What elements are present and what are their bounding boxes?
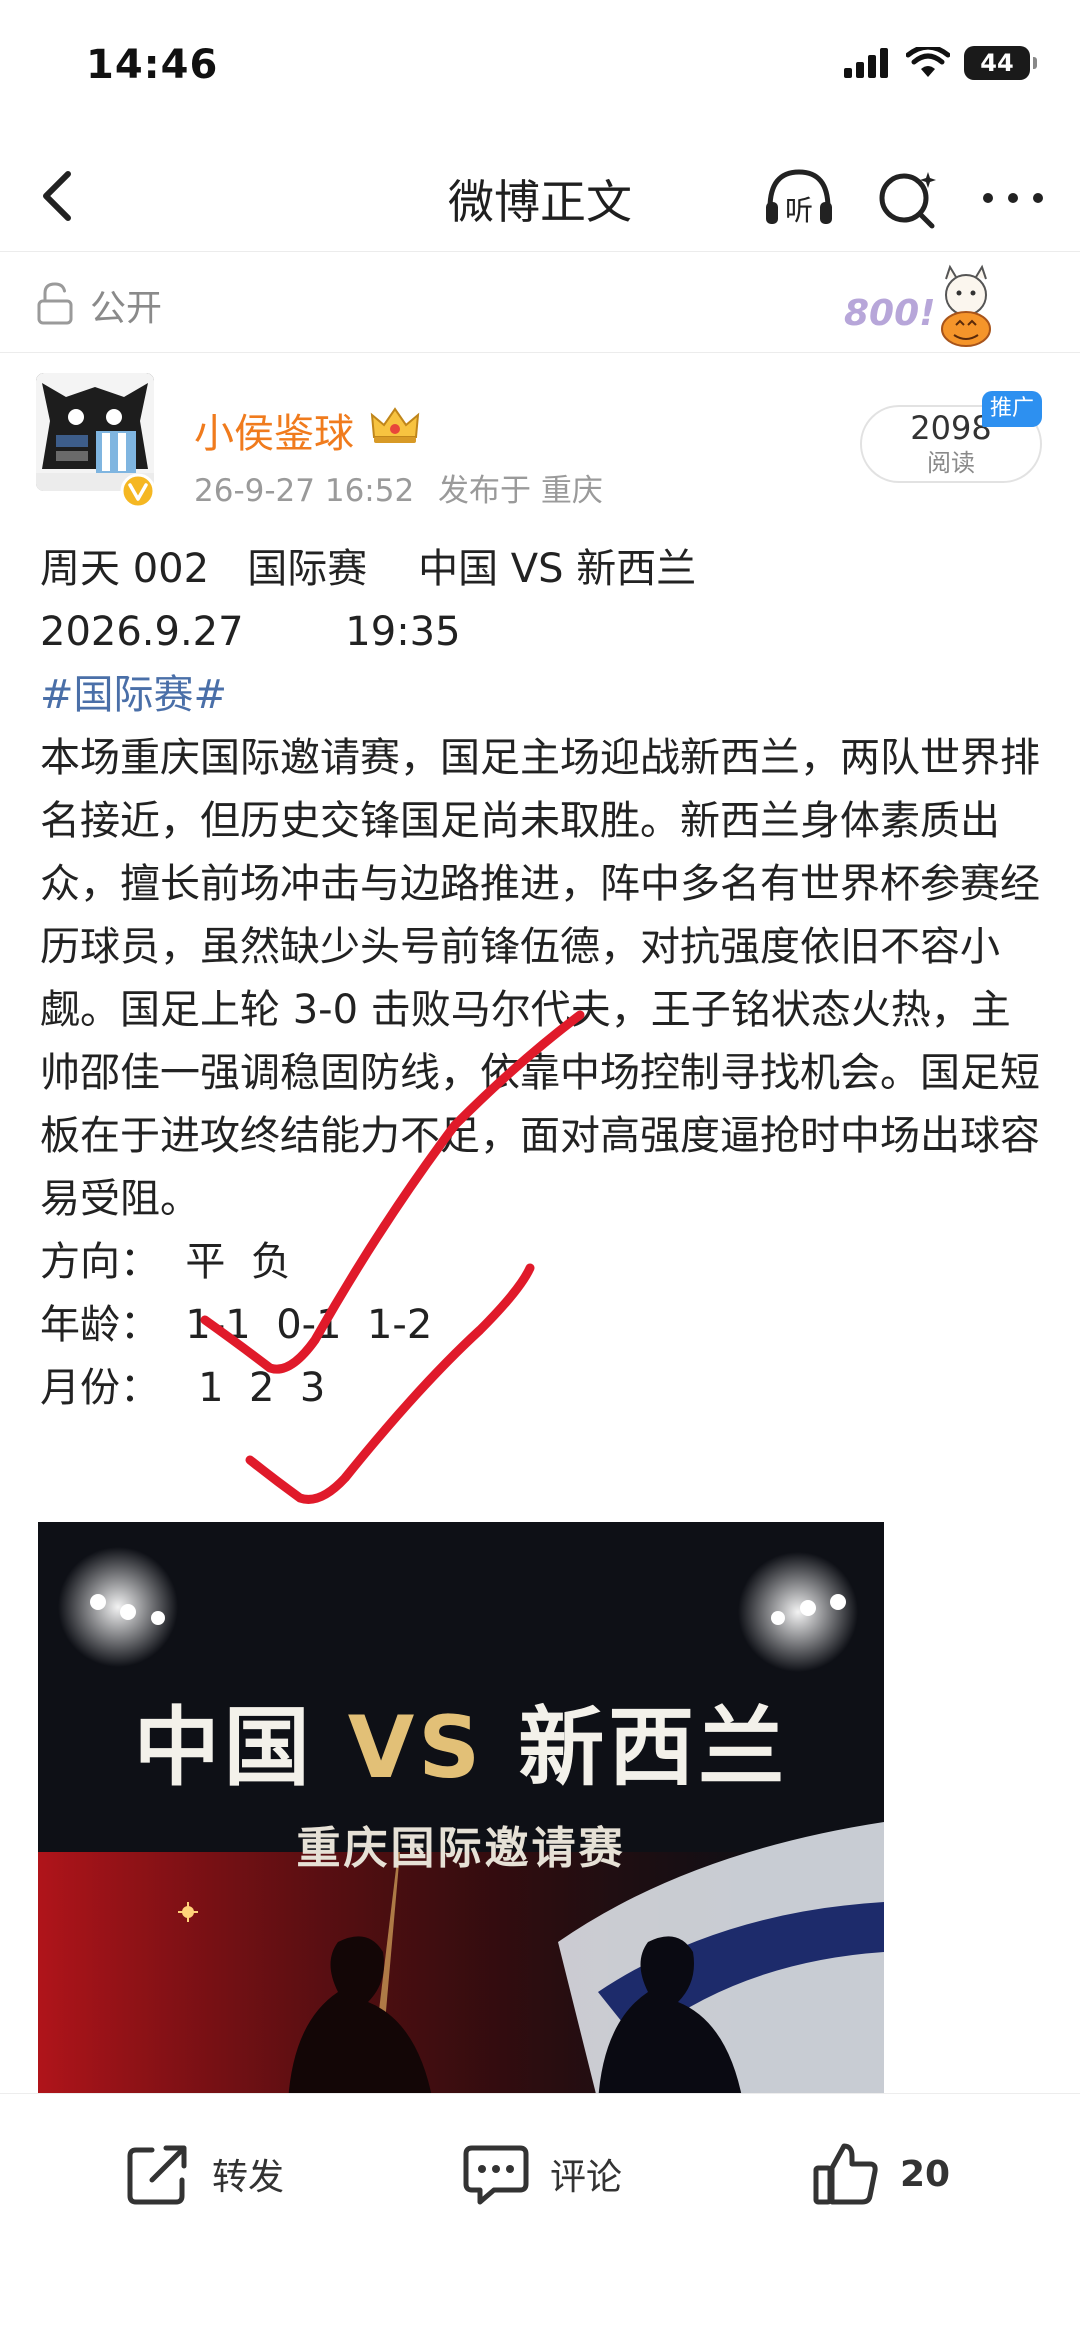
repost-button[interactable]: 转发 bbox=[122, 2134, 284, 2214]
cat-sticker-icon: 800! bbox=[844, 264, 991, 347]
status-icons: 44 bbox=[844, 46, 1037, 80]
author-meta: 26-9-27 16:52 发布于 重庆 bbox=[194, 465, 617, 510]
image-title-vs: VS bbox=[347, 1698, 485, 1798]
status-time: 14:46 bbox=[86, 42, 219, 88]
post-image[interactable]: 中国 VS 新西兰 重庆国际邀请赛 bbox=[38, 1522, 884, 2102]
comment-label: 评论 bbox=[550, 2157, 623, 2198]
action-bar: 转发 评论 20 bbox=[0, 2093, 1080, 2253]
headphones-icon: 听 bbox=[766, 169, 832, 227]
post-paragraph: 本场重庆国际邀请赛，国足主场迎战新西兰，两队世界排名接近，但历史交锋国足尚未取胜… bbox=[40, 735, 1040, 1222]
like-count: 20 bbox=[900, 2153, 951, 2195]
comment-icon bbox=[463, 2145, 529, 2205]
post-body: 周天 002 国际赛 中国 VS 新西兰 2026.9.27 19:35 #国际… bbox=[40, 538, 1050, 1420]
post-match-line: 周天 002 国际赛 中国 VS 新西兰 bbox=[40, 546, 697, 592]
status-bar: 14:46 44 bbox=[0, 0, 1080, 140]
crown-icon bbox=[370, 407, 420, 443]
image-title: 中国 VS 新西兰 bbox=[38, 1677, 884, 1802]
visibility-label: 公开 bbox=[90, 288, 163, 329]
reads-label: 阅读 bbox=[927, 449, 975, 477]
author-row: 小侯鉴球 26-9-27 16:52 发布于 重庆 2098 阅读 推广 bbox=[0, 355, 1080, 515]
comment-button[interactable]: 评论 bbox=[460, 2134, 622, 2214]
thumbs-up-icon bbox=[813, 2143, 878, 2205]
more-button[interactable] bbox=[976, 158, 1050, 236]
listen-button[interactable]: 听 bbox=[760, 158, 838, 236]
cellular-signal-icon bbox=[844, 48, 888, 78]
unlock-icon bbox=[37, 282, 73, 325]
repost-label: 转发 bbox=[212, 2157, 285, 2198]
battery-level: 44 bbox=[980, 49, 1014, 77]
post-date-line: 2026.9.27 19:35 bbox=[40, 609, 461, 655]
listen-label: 听 bbox=[785, 194, 813, 227]
repost-icon bbox=[127, 2145, 187, 2205]
image-subtitle: 重庆国际邀请赛 bbox=[296, 1823, 626, 1874]
sticker-text: 800! bbox=[844, 293, 936, 334]
battery-indicator: 44 bbox=[964, 46, 1037, 80]
promo-badge: 推广 bbox=[982, 391, 1042, 427]
search-icon bbox=[879, 172, 936, 229]
hashtag-link[interactable]: #国际赛# bbox=[40, 664, 1050, 727]
post-age-line: 年龄： 1-1 0-1 1-2 bbox=[40, 1302, 433, 1348]
post-direction-line: 方向： 平 负 bbox=[40, 1239, 291, 1285]
image-title-right: 新西兰 bbox=[518, 1698, 789, 1798]
post-location: 发布于 重庆 bbox=[438, 473, 603, 509]
author-name[interactable]: 小侯鉴球 bbox=[194, 401, 354, 459]
like-button[interactable]: 20 bbox=[810, 2134, 950, 2214]
visibility-row: 公开 800! bbox=[0, 253, 1080, 353]
more-dots-icon bbox=[983, 193, 1043, 203]
image-title-left: 中国 bbox=[133, 1698, 314, 1798]
post-timestamp: 26-9-27 16:52 bbox=[194, 473, 415, 509]
verified-badge-icon bbox=[120, 473, 156, 509]
nav-bar: 微博正文 听 bbox=[0, 140, 1080, 252]
post-month-line: 月份： 1 2 3 bbox=[40, 1365, 326, 1411]
wifi-icon bbox=[906, 47, 950, 77]
search-button[interactable] bbox=[872, 158, 944, 236]
